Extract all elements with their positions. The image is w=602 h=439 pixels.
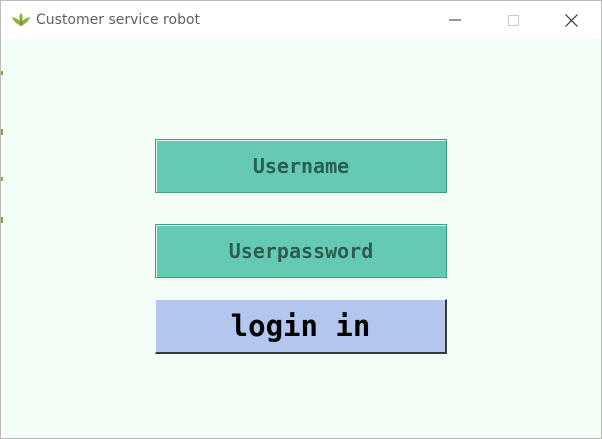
username-field[interactable]: Username [155,139,447,193]
edge-artifact [1,71,3,75]
edge-artifact [1,217,3,223]
edge-artifact [1,177,3,181]
close-icon [564,13,578,27]
window-title: Customer service robot [36,12,201,28]
maximize-icon [507,14,519,26]
login-button[interactable]: login in [155,299,447,354]
minimize-icon [449,19,461,21]
leaf-app-icon [11,12,31,28]
login-panel: Username Userpassword login in [1,39,601,438]
app-window: Customer service robot Username Userpass… [0,0,602,439]
close-button[interactable] [542,1,600,39]
maximize-button[interactable] [484,1,542,39]
minimize-button[interactable] [426,1,484,39]
password-field[interactable]: Userpassword [155,224,447,278]
title-bar[interactable]: Customer service robot [1,1,601,39]
edge-artifact [1,129,3,135]
